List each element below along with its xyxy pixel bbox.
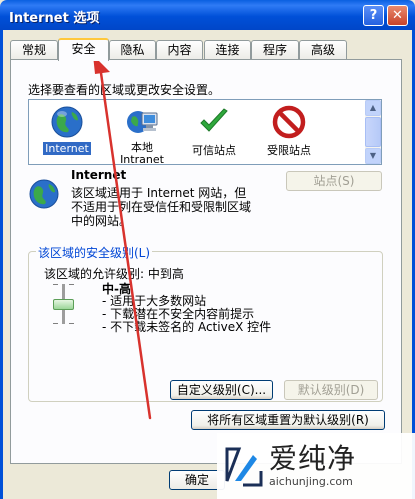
zone-desc-line: 该区域适用于 Internet 网站，但 [71,186,247,200]
scroll-up-icon[interactable]: ▲ [365,100,381,116]
tab-advanced[interactable]: 高级 [299,40,347,60]
slider-tick [53,323,58,324]
zone-label: 受限站点 [267,144,311,157]
zone-list-scrollbar[interactable]: ▲ ▼ [365,100,381,164]
globe-icon [29,179,59,209]
zone-instruction: 选择要查看的区域或更改安全设置。 [28,83,221,97]
zone-internet[interactable]: Internet [32,103,102,163]
globe-icon [51,106,83,138]
tab-security[interactable]: 安全 [58,38,109,61]
zone-label: Internet [43,142,91,155]
scroll-down-icon[interactable]: ▼ [365,148,381,164]
watermark-text: 爱纯净 [269,442,357,475]
slider-thumb[interactable] [53,299,74,310]
check-icon [200,108,228,132]
security-level-description: - 适用于大多数网站 - 下载潜在不安全内容前提示 - 不下载未签名的 Acti… [102,295,271,334]
level-bullet: - 不下载未签名的 ActiveX 控件 [102,320,272,334]
zone-trusted-sites[interactable]: 可信站点 [179,103,249,163]
watermark-url: aichunjing.com [269,475,353,488]
zone-local-intranet[interactable]: 本地 Intranet [107,103,177,166]
custom-level-button[interactable]: 自定义级别(C)... [170,380,273,400]
tab-connections[interactable]: 连接 [204,40,251,60]
zone-list: Internet 本地 Intranet 可信站点 受限站点 ▲ ▼ [28,99,382,166]
close-button[interactable]: ✕ [387,5,408,26]
security-level-legend: 该区域的安全级别(L) [36,244,153,261]
zone-label-line2: Intranet [120,153,164,166]
tab-general[interactable]: 常规 [10,40,58,60]
default-level-button[interactable]: 默认级别(D) [284,380,378,400]
slider-tick [53,284,58,285]
zone-label: 可信站点 [192,144,236,157]
selected-zone-name: Internet [71,168,127,182]
window-frame-left [0,30,3,499]
zone-desc-line: 中的网站。 [71,214,132,228]
tab-privacy[interactable]: 隐私 [109,40,156,60]
scroll-thumb[interactable] [365,117,381,147]
help-button[interactable]: ? [363,5,384,26]
slider-tick [69,323,74,324]
watermark-logo-icon [225,447,263,487]
tab-programs[interactable]: 程序 [251,40,299,60]
reset-all-zones-button[interactable]: 将所有区域重置为默认级别(R) [191,410,385,430]
security-tab-panel: 选择要查看的区域或更改安全设置。 Internet 本地 Intranet 可信… [10,59,402,464]
tab-content[interactable]: 内容 [156,40,203,60]
watermark: 爱纯净 aichunjing.com [217,433,415,499]
window-title: Internet 选项 [9,11,100,26]
title-bar[interactable]: Internet 选项 ? ✕ [0,0,415,30]
zone-restricted-sites[interactable]: 受限站点 [254,103,324,163]
local-intranet-icon [127,111,158,133]
selected-zone-description: 该区域适用于 Internet 网站，但 不适用于列在受信任和受限制区域 中的网… [71,186,276,228]
zone-desc-line: 不适用于列在受信任和受限制区域 [71,200,252,214]
sites-button[interactable]: 站点(S) [286,171,382,191]
restricted-icon [272,105,306,139]
slider-tick [69,284,74,285]
